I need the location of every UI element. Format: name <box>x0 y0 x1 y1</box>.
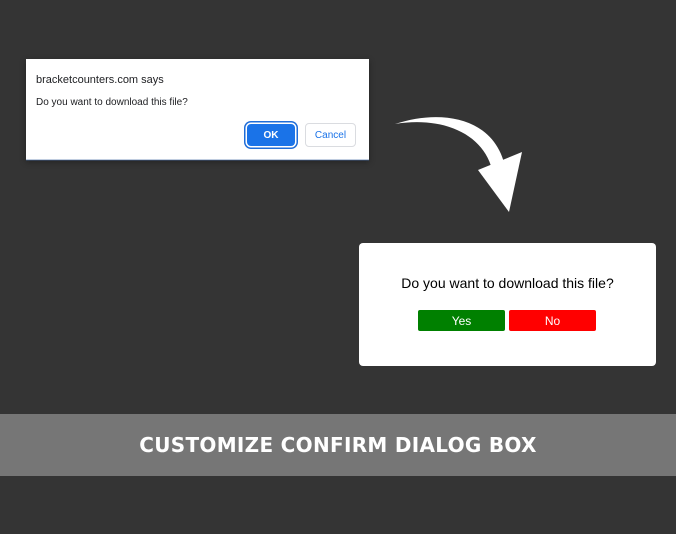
native-cancel-button[interactable]: Cancel <box>305 123 356 147</box>
native-dialog-title: bracketcounters.com says <box>36 74 164 86</box>
custom-confirm-dialog: Do you want to download this file? Yes N… <box>359 243 656 366</box>
native-dialog-message: Do you want to download this file? <box>36 97 188 108</box>
native-dialog-underlay <box>26 159 369 161</box>
yes-button[interactable]: Yes <box>418 310 505 331</box>
custom-dialog-message: Do you want to download this file? <box>401 275 614 291</box>
banner-title: CUSTOMIZE CONFIRM DIALOG BOX <box>139 433 537 457</box>
curved-arrow-icon <box>395 117 522 212</box>
no-button[interactable]: No <box>509 310 596 331</box>
native-ok-button[interactable]: OK <box>247 124 295 146</box>
title-banner: CUSTOMIZE CONFIRM DIALOG BOX <box>0 414 676 476</box>
native-confirm-dialog: bracketcounters.com says Do you want to … <box>26 59 369 161</box>
